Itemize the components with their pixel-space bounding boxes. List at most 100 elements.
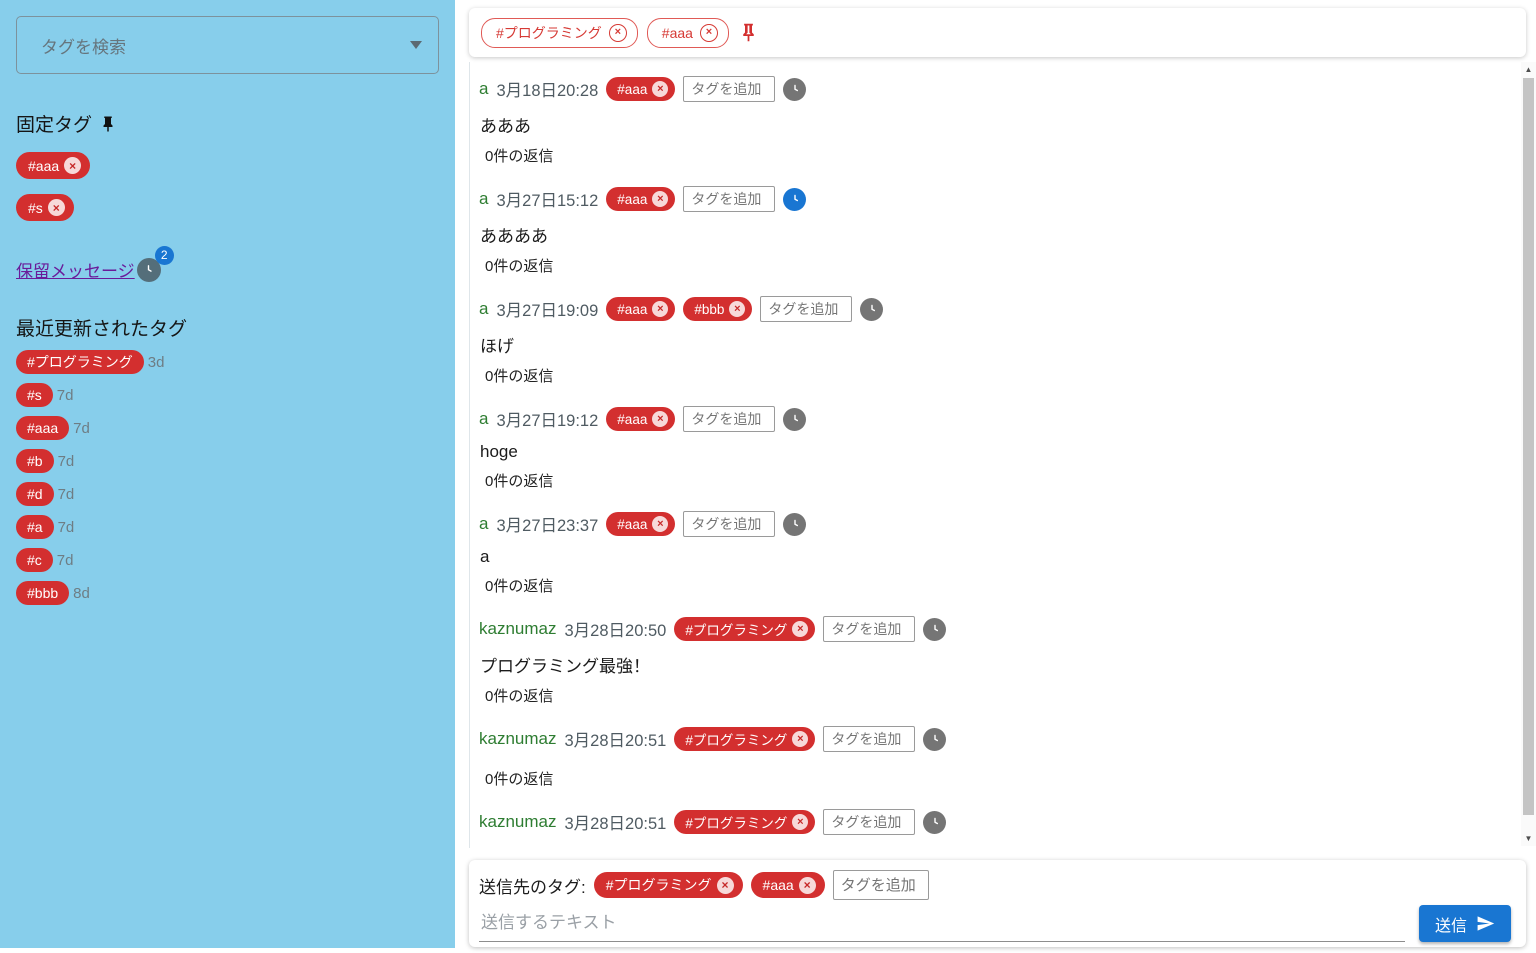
remove-tag-icon[interactable]: ×: [652, 516, 668, 532]
schedule-clock-button[interactable]: [783, 78, 806, 101]
message-username: kaznumaz: [479, 729, 556, 749]
remove-tag-icon[interactable]: ×: [792, 621, 808, 637]
tag-chip[interactable]: #aaa×: [647, 18, 729, 48]
schedule-clock-button[interactable]: [783, 408, 806, 431]
message-header: a3月27日19:12#aaa×: [479, 406, 1521, 432]
tag-chip[interactable]: #c: [16, 548, 53, 572]
tag-chip-label: #aaa: [617, 192, 647, 207]
message-username: a: [479, 409, 488, 429]
remove-tag-icon[interactable]: ×: [792, 731, 808, 747]
remove-tag-icon[interactable]: ×: [48, 199, 65, 216]
message-add-tag-input[interactable]: [823, 726, 915, 752]
reply-count-link[interactable]: 0件の返信: [485, 365, 553, 386]
message-add-tag-input[interactable]: [683, 511, 775, 537]
schedule-clock-button[interactable]: [783, 513, 806, 536]
tag-chip[interactable]: #プログラミング ×: [594, 872, 743, 898]
scrollbar[interactable]: ▲ ▼: [1521, 62, 1536, 846]
pin-filter-icon[interactable]: [738, 22, 759, 43]
pinned-tags-heading-label: 固定タグ: [16, 110, 92, 137]
message-body: hoge: [480, 442, 1521, 462]
remove-tag-icon[interactable]: ×: [652, 81, 668, 97]
reply-count-link[interactable]: 0件の返信: [485, 255, 553, 276]
composer-add-tag-input[interactable]: [833, 870, 929, 900]
message-add-tag-input[interactable]: [760, 296, 852, 322]
filter-bar: #プログラミング×#aaa×: [469, 8, 1526, 57]
recent-tag-row: #c7d: [16, 548, 439, 572]
remove-tag-icon[interactable]: ×: [799, 877, 816, 894]
tag-chip[interactable]: #プログラミング×: [674, 810, 815, 834]
tag-chip[interactable]: #bbb: [16, 581, 69, 605]
tag-chip[interactable]: #aaa×: [16, 152, 90, 179]
tag-chip-label: #プログラミング: [606, 875, 712, 895]
tag-chip[interactable]: #aaa×: [751, 872, 825, 898]
send-button[interactable]: 送信: [1419, 905, 1511, 942]
reply-count-link[interactable]: 0件の返信: [485, 145, 553, 166]
reply-count-link[interactable]: 0件の返信: [485, 575, 553, 596]
reply-count-link[interactable]: 0件の返信: [485, 768, 553, 789]
schedule-clock-button[interactable]: [923, 728, 946, 751]
tag-chip[interactable]: #aaa: [16, 416, 69, 440]
message: a3月27日15:12#aaa×ああああ0件の返信: [479, 186, 1521, 276]
tag-chip[interactable]: #プログラミング×: [674, 617, 815, 641]
tag-chip[interactable]: #bbb×: [683, 297, 752, 321]
recent-tags-heading-label: 最近更新されたタグ: [16, 314, 187, 341]
schedule-clock-button[interactable]: [923, 618, 946, 641]
tag-chip[interactable]: #s: [16, 383, 53, 407]
message-add-tag-input[interactable]: [823, 616, 915, 642]
remove-tag-icon[interactable]: ×: [652, 301, 668, 317]
message-text-input[interactable]: [479, 909, 1405, 941]
tag-chip-label: #プログラミング: [685, 729, 787, 749]
remove-tag-icon[interactable]: ×: [609, 24, 627, 42]
held-messages-link[interactable]: 保留メッセージ: [16, 257, 135, 282]
remove-tag-icon[interactable]: ×: [792, 814, 808, 830]
scroll-up-arrow[interactable]: ▲: [1521, 62, 1536, 77]
message-add-tag-input[interactable]: [683, 186, 775, 212]
tag-chip-label: #c: [27, 552, 42, 568]
tag-chip[interactable]: #b: [16, 449, 54, 473]
tag-chip[interactable]: #d: [16, 482, 54, 506]
reply-count-link[interactable]: 0件の返信: [485, 470, 553, 491]
tag-chip[interactable]: #プログラミング: [16, 350, 144, 374]
remove-tag-icon[interactable]: ×: [729, 301, 745, 317]
message-body: ほげ: [480, 332, 1521, 357]
message-header: a3月27日23:37#aaa×: [479, 511, 1521, 537]
message-username: kaznumaz: [479, 619, 556, 639]
tag-chip[interactable]: #aaa×: [606, 512, 675, 536]
tag-chip-label: #プログラミング: [496, 23, 602, 43]
send-button-label: 送信: [1435, 912, 1467, 936]
remove-tag-icon[interactable]: ×: [652, 191, 668, 207]
remove-tag-icon[interactable]: ×: [700, 24, 718, 42]
tag-chip[interactable]: #aaa×: [606, 407, 675, 431]
tag-chip[interactable]: #a: [16, 515, 54, 539]
tag-search-select[interactable]: タグを検索: [16, 16, 439, 74]
tag-chip-label: #s: [28, 200, 43, 216]
tag-chip[interactable]: #プログラミング ×: [674, 727, 815, 751]
remove-tag-icon[interactable]: ×: [717, 877, 734, 894]
schedule-clock-button[interactable]: [923, 811, 946, 834]
tag-age-label: 8d: [73, 585, 90, 602]
schedule-clock-button[interactable]: [860, 298, 883, 321]
message-add-tag-input[interactable]: [823, 809, 915, 835]
schedule-clock-button[interactable]: [783, 188, 806, 211]
tag-chip[interactable]: #aaa×: [606, 297, 675, 321]
message-header: a3月18日20:28#aaa×: [479, 76, 1521, 102]
tag-age-label: 7d: [57, 387, 74, 404]
recent-tag-row: #aaa7d: [16, 416, 439, 440]
scroll-down-arrow[interactable]: ▼: [1521, 831, 1536, 846]
reply-count-link[interactable]: 0件の返信: [485, 685, 553, 706]
tag-chip[interactable]: #s ×: [16, 194, 74, 221]
tag-chip[interactable]: #プログラミング ×: [481, 18, 638, 48]
scroll-thumb[interactable]: [1523, 78, 1534, 815]
message-header: kaznumaz3月28日20:50#プログラミング×: [479, 616, 1521, 642]
remove-tag-icon[interactable]: ×: [64, 157, 81, 174]
message-body: あああ: [480, 112, 1521, 137]
message-timestamp: 3月27日23:37: [496, 512, 598, 536]
tag-chip[interactable]: #aaa ×: [606, 187, 675, 211]
message-add-tag-input[interactable]: [683, 406, 775, 432]
recent-tags-list: #プログラミング3d#s7d#aaa7d#b7d#d7d#a7d#c7d#bbb…: [16, 350, 439, 605]
message-add-tag-input[interactable]: [683, 76, 775, 102]
tag-chip[interactable]: #aaa×: [606, 77, 675, 101]
tag-chip-label: #s: [27, 387, 42, 403]
remove-tag-icon[interactable]: ×: [652, 411, 668, 427]
message-list: a3月18日20:28#aaa×あああ0件の返信a3月27日15:12#aaa×…: [469, 62, 1521, 848]
